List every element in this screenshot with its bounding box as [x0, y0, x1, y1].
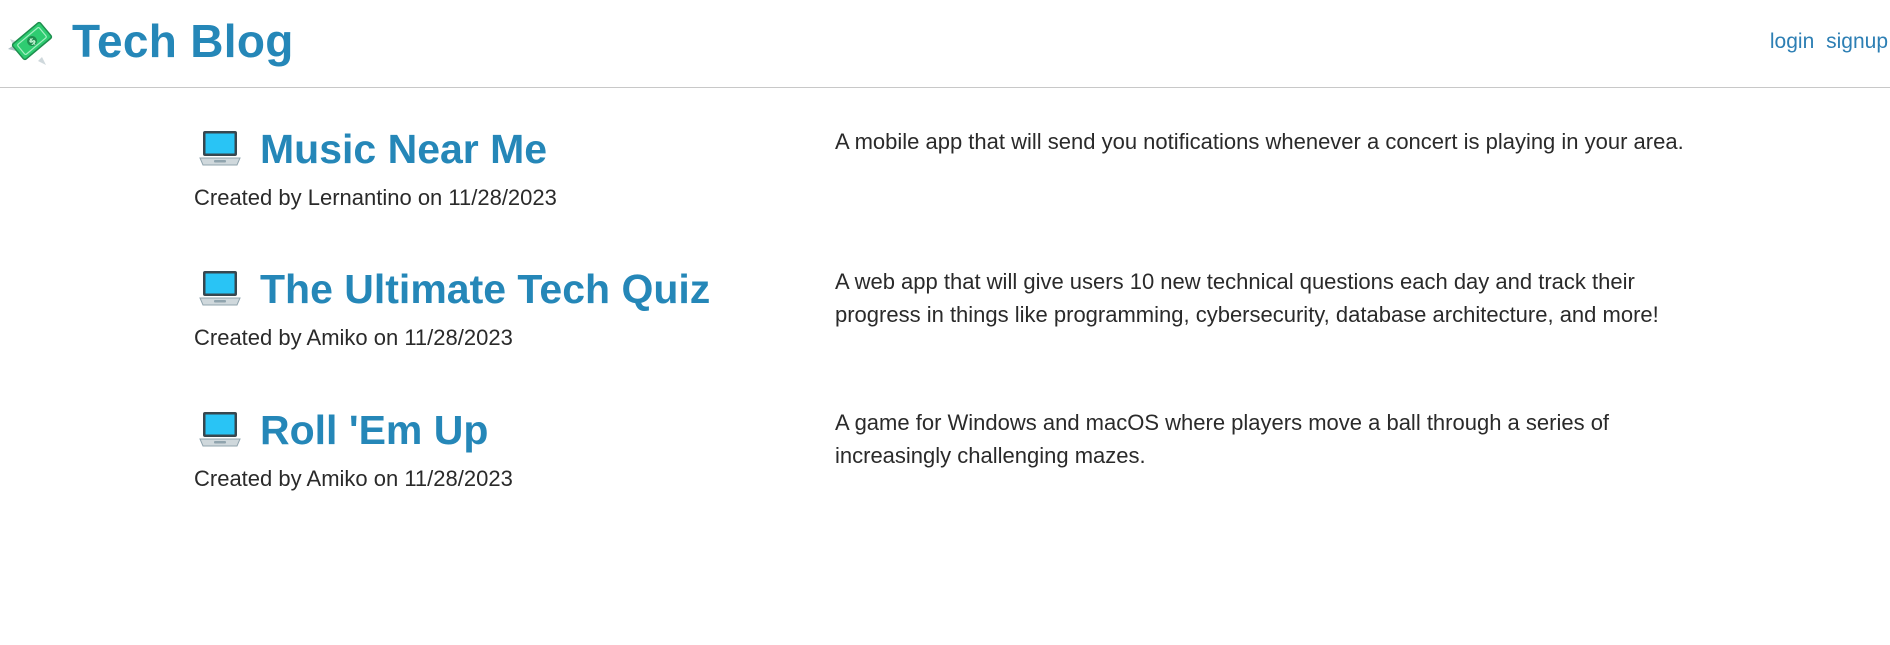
post-item: Music Near Me Created by Lernantino on 1…: [0, 88, 1890, 228]
brand-link[interactable]: $ Tech Blog: [8, 14, 294, 68]
site-header: $ Tech Blog login signup: [0, 0, 1890, 88]
laptop-icon: [199, 410, 241, 450]
post-header: Music Near Me Created by Lernantino on 1…: [194, 122, 557, 212]
login-link[interactable]: login: [1770, 30, 1814, 53]
post-item: Roll 'Em Up Created by Amiko on 11/28/20…: [0, 369, 1890, 509]
signup-link[interactable]: signup: [1826, 30, 1888, 53]
laptop-icon: [199, 269, 241, 309]
post-meta: Created by Amiko on 11/28/2023: [194, 325, 513, 350]
post-title-link[interactable]: The Ultimate Tech Quiz: [260, 264, 710, 314]
money-with-wings-icon: $: [8, 17, 56, 65]
post-description: A game for Windows and macOS where playe…: [835, 410, 1610, 468]
post-title-link[interactable]: Roll 'Em Up: [260, 405, 488, 455]
post-header: Roll 'Em Up Created by Amiko on 11/28/20…: [194, 403, 513, 493]
header-nav: login signup: [1770, 30, 1888, 54]
post-item: The Ultimate Tech Quiz Created by Amiko …: [0, 228, 1890, 368]
post-title-link[interactable]: Music Near Me: [260, 124, 547, 174]
post-title-row: The Ultimate Tech Quiz: [194, 262, 710, 316]
post-title-row: Music Near Me: [194, 122, 557, 176]
site-title: Tech Blog: [72, 15, 294, 67]
post-title-row: Roll 'Em Up: [194, 403, 513, 457]
post-meta: Created by Lernantino on 11/28/2023: [194, 185, 557, 210]
post-description: A web app that will give users 10 new te…: [835, 269, 1659, 327]
post-meta: Created by Amiko on 11/28/2023: [194, 466, 513, 491]
laptop-icon: [199, 129, 241, 169]
post-description: A mobile app that will send you notifica…: [835, 129, 1684, 154]
post-header: The Ultimate Tech Quiz Created by Amiko …: [194, 262, 710, 352]
